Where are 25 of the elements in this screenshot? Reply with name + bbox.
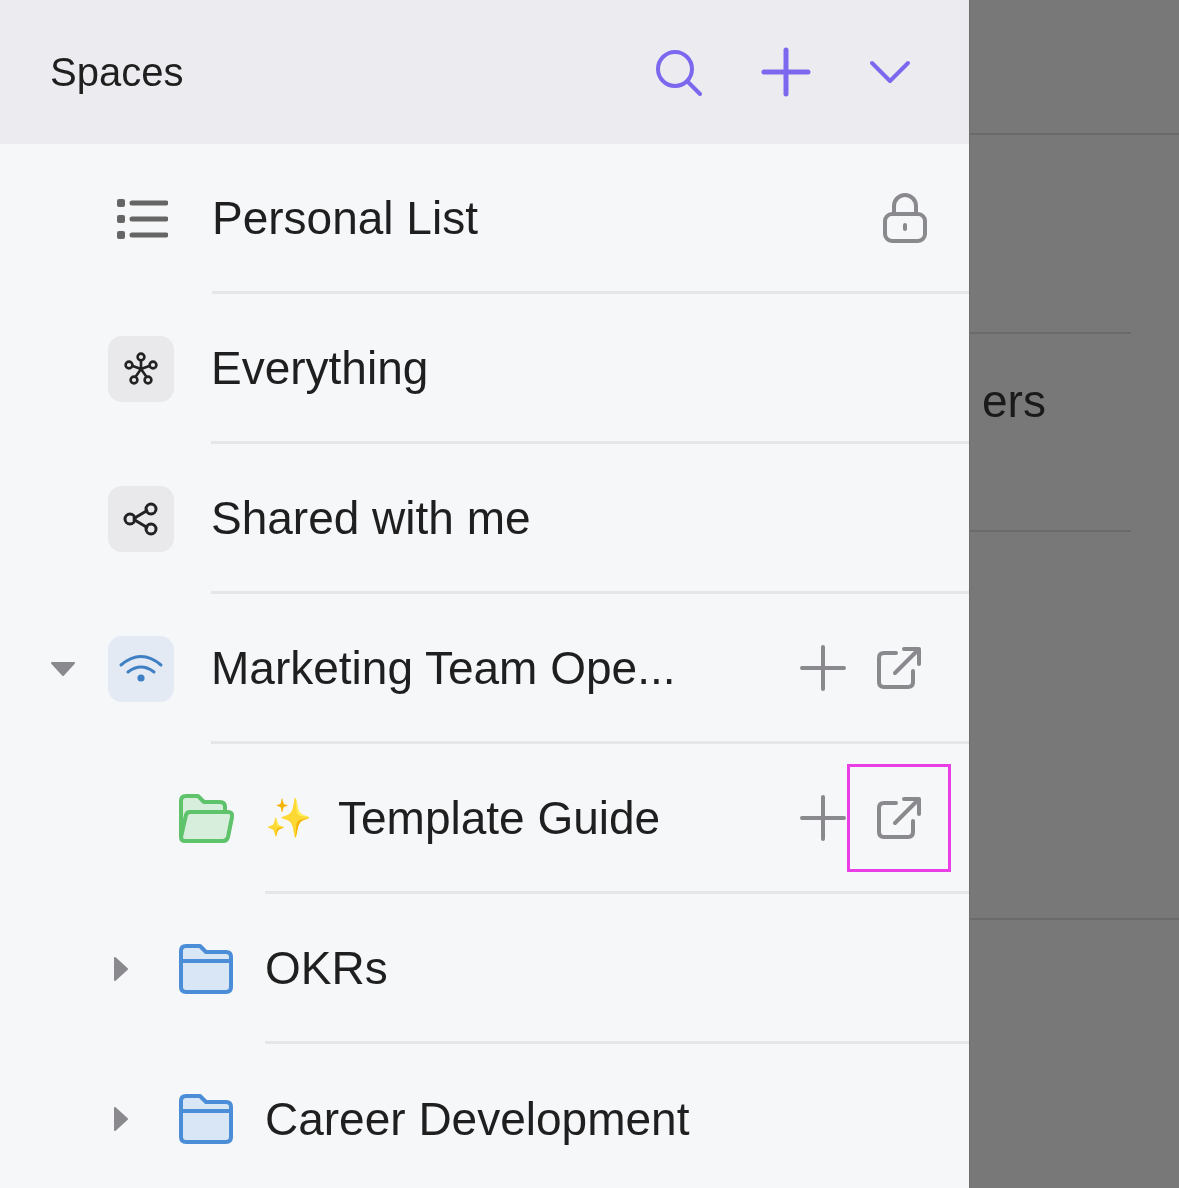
sidebar-item[interactable]: OKRs xyxy=(265,940,388,995)
sidebar-item[interactable]: Template Guide xyxy=(338,790,661,845)
external-link-icon[interactable] xyxy=(876,795,922,840)
wifi-icon xyxy=(108,636,174,702)
sidebar-item[interactable]: Everything xyxy=(211,340,429,395)
sidebar-item[interactable]: Marketing Team Ope... xyxy=(211,640,676,695)
folder-icon xyxy=(177,1093,235,1145)
sidebar-item[interactable]: Career Development xyxy=(265,1092,690,1146)
sidebar-item[interactable]: Shared with me xyxy=(211,490,531,545)
share-icon xyxy=(108,486,174,552)
list-icon xyxy=(116,197,168,241)
network-icon xyxy=(108,336,174,402)
chevron-down-icon[interactable] xyxy=(869,60,911,84)
sidebar-title: Spaces xyxy=(50,49,184,95)
caret-down-icon[interactable] xyxy=(50,661,76,677)
folder-icon xyxy=(177,943,235,995)
add-icon[interactable] xyxy=(800,794,846,841)
external-link-icon[interactable] xyxy=(876,645,922,690)
sidebar-item[interactable]: Personal List xyxy=(212,190,478,245)
folder-icon xyxy=(177,793,235,845)
add-icon[interactable] xyxy=(761,47,811,97)
search-icon[interactable] xyxy=(653,47,703,97)
sparkles-emoji: ✨ xyxy=(265,795,312,840)
add-icon[interactable] xyxy=(800,644,846,691)
background-text: ers xyxy=(982,374,1046,428)
